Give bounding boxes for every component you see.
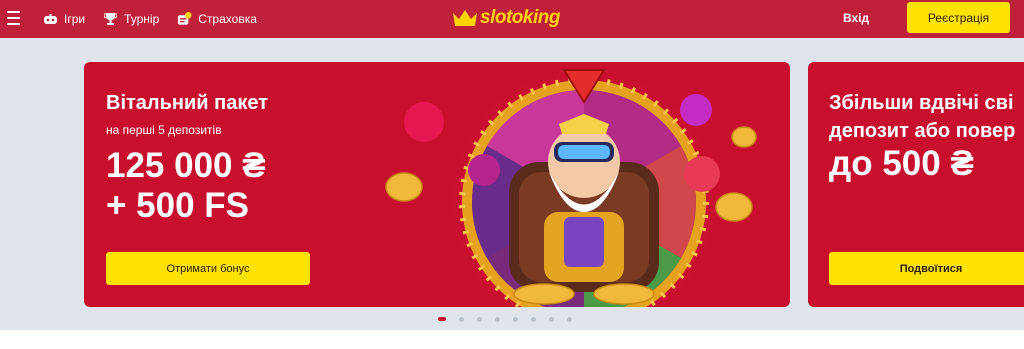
top-header: Ігри Турнір Страховка slotoking Вхід Реє… — [0, 0, 1024, 38]
hamburger-menu-icon[interactable] — [7, 11, 20, 25]
promo-carousel: Вітальний пакет на перші 5 депозитів 125… — [0, 38, 1024, 330]
slide-title: Вітальний пакет — [106, 92, 269, 114]
double-button[interactable]: Подвоїтися — [829, 252, 1024, 285]
carousel-dot[interactable] — [477, 316, 482, 322]
carousel-dot[interactable] — [438, 317, 446, 321]
carousel-dot[interactable] — [531, 316, 536, 322]
promo-slide-double[interactable]: Збільши вдвічі сві депозит або повер до … — [808, 62, 1024, 307]
slotoking-logo[interactable]: slotoking — [452, 5, 560, 31]
slide-subtitle: на перші 5 депозитів — [106, 123, 222, 137]
carousel-dot[interactable] — [495, 316, 500, 322]
carousel-dot[interactable] — [513, 316, 518, 322]
slide-free-spins: + 500 FS — [106, 186, 250, 225]
carousel-dot[interactable] — [549, 316, 554, 322]
crown-icon — [453, 10, 477, 26]
nav-tournament-label: Турнір — [124, 12, 160, 26]
nav-item-insurance[interactable]: Страховка — [177, 11, 257, 27]
slide2-title-line1: Збільши вдвічі сві — [829, 92, 1014, 114]
logo-text: slotoking — [480, 7, 560, 28]
nav-item-games[interactable]: Ігри — [43, 12, 85, 27]
carousel-dot[interactable] — [567, 316, 572, 322]
carousel-dots — [438, 316, 585, 322]
slide2-amount: до 500 ₴ — [829, 144, 974, 183]
carousel-dot[interactable] — [459, 316, 464, 322]
login-link[interactable]: Вхід — [843, 11, 869, 25]
get-bonus-button[interactable]: Отримати бонус — [106, 252, 310, 285]
insurance-icon — [177, 11, 192, 27]
promo-slide-welcome[interactable]: Вітальний пакет на перші 5 депозитів 125… — [84, 62, 790, 307]
nav-insurance-label: Страховка — [198, 12, 257, 26]
trophy-icon — [103, 12, 118, 27]
nav-games-label: Ігри — [64, 12, 86, 26]
slide-amount: 125 000 ₴ — [106, 146, 266, 185]
gamepad-icon — [43, 12, 58, 27]
king-wheel-illustration — [385, 62, 757, 307]
nav-item-tournament[interactable]: Турнір — [103, 12, 159, 27]
main-nav: Ігри Турнір Страховка — [43, 0, 275, 38]
slide2-title-line2: депозит або повер — [829, 120, 1016, 142]
register-button[interactable]: Реєстрація — [907, 2, 1010, 33]
